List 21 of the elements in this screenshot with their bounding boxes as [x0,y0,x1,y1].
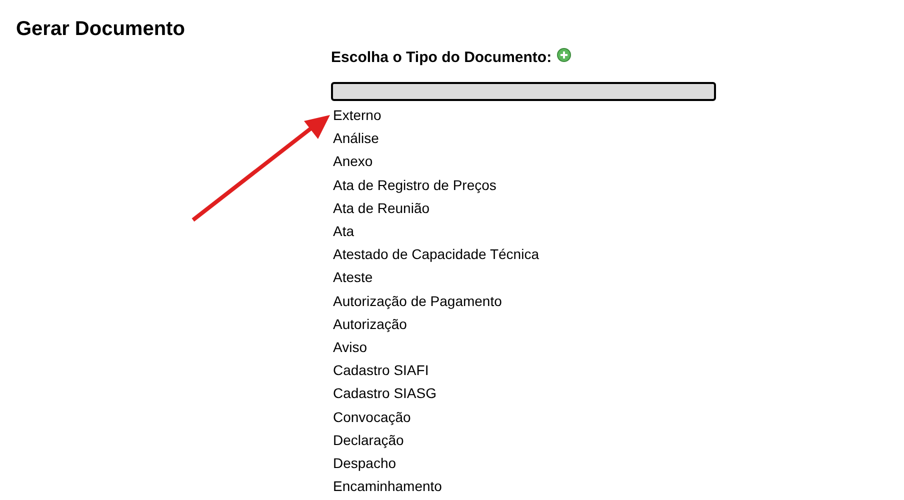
document-type-option[interactable]: Ata de Registro de Preços [331,174,496,197]
document-type-option[interactable]: Ateste [331,266,373,290]
document-type-option[interactable]: Aviso [331,336,367,360]
page-title: Gerar Documento [16,17,185,41]
document-type-option[interactable]: Anexo [331,150,373,174]
filter-field[interactable] [331,82,716,101]
document-type-option[interactable]: Análise [331,127,379,150]
document-type-option[interactable]: Encaminhamento [331,475,442,498]
document-type-option[interactable]: Atestado de Capacidade Técnica [331,243,539,266]
add-icon[interactable] [556,48,571,62]
document-type-label: Escolha o Tipo do Documento: [331,48,552,68]
document-type-option[interactable]: Despacho [331,452,396,476]
document-type-option[interactable]: Ata de Reunião [331,196,430,220]
document-type-option[interactable]: Ata [331,220,354,244]
document-type-option[interactable]: Declaração [331,428,404,452]
document-type-option[interactable]: Autorização [331,312,407,336]
document-type-option[interactable]: Convocação [331,406,411,429]
document-type-option[interactable]: Cadastro SIAFI [331,359,429,382]
document-type-option[interactable]: Cadastro SIASG [331,382,436,406]
document-type-option[interactable]: Externo [331,104,382,128]
document-type-option[interactable]: Autorização de Pagamento [331,290,502,313]
